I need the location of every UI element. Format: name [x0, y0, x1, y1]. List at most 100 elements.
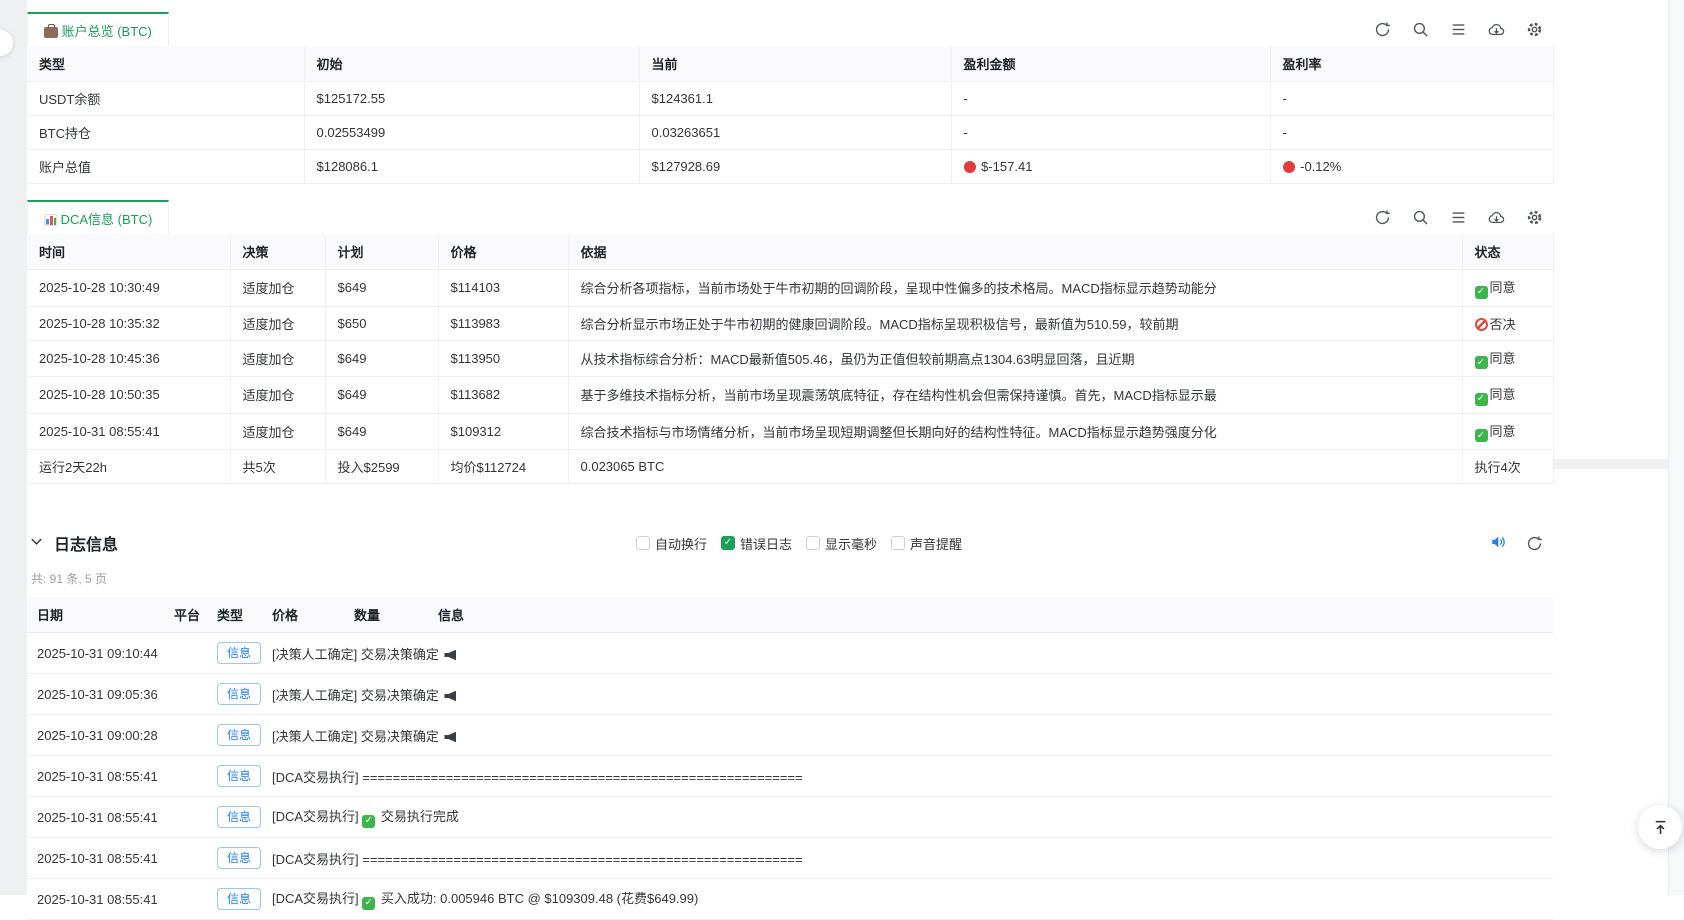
settings-button[interactable] — [1526, 209, 1543, 226]
cell-log-type: 信息 — [207, 633, 262, 674]
chevron-down-icon[interactable] — [29, 534, 44, 552]
log-option[interactable]: 声音提醒 — [891, 534, 962, 553]
cell-rate: - — [1270, 116, 1553, 150]
check-icon — [362, 897, 375, 910]
checkbox[interactable] — [636, 536, 650, 550]
col-quantity: 数量 — [344, 597, 428, 633]
account-toolbar — [1374, 21, 1553, 46]
cell-basis: 综合分析各项指标，当前市场处于牛市初期的回调阶段，呈现中性偏多的技术格局。MAC… — [568, 270, 1462, 307]
cell-status: 否决 — [1462, 306, 1553, 340]
check-icon — [1475, 429, 1488, 442]
log-row: 2025-10-31 09:00:28 信息 [决策人工确定] 交易决策确定 — [27, 715, 1553, 756]
cell-initial: $128086.1 — [304, 150, 639, 184]
search-button[interactable] — [1412, 209, 1429, 226]
cell-log-type: 信息 — [207, 838, 262, 879]
cell-log-date: 2025-10-31 09:05:36 — [27, 674, 164, 715]
info-badge: 信息 — [217, 888, 261, 910]
dca-toolbar — [1374, 209, 1553, 234]
refresh-button[interactable] — [1374, 209, 1391, 226]
summary-avg-price: 均价$112724 — [438, 450, 568, 484]
red-dot-icon — [1283, 161, 1295, 173]
cell-decision: 适度加仓 — [230, 377, 325, 414]
tab-dca-label: DCA信息 (BTC) — [44, 209, 152, 228]
tab-dca-info[interactable]: DCA信息 (BTC) — [27, 200, 169, 234]
cloud-download-button[interactable] — [1488, 209, 1505, 226]
info-badge: 信息 — [217, 806, 261, 828]
refresh-button[interactable] — [1374, 21, 1391, 38]
info-badge: 信息 — [217, 724, 261, 746]
cell-basis: 从技术指标综合分析：MACD最新值505.46，虽仍为正值但较前期高点1304.… — [568, 340, 1462, 377]
log-option[interactable]: 自动换行 — [636, 534, 707, 553]
cell-decision: 适度加仓 — [230, 340, 325, 377]
gear-icon — [1526, 209, 1543, 226]
log-table-header: 日期 平台 类型 价格 数量 信息 — [27, 597, 1553, 633]
log-option-label: 显示毫秒 — [825, 534, 877, 553]
log-table: 日期 平台 类型 价格 数量 信息 2025-10-31 09:10:44 信息… — [27, 597, 1553, 920]
settings-button[interactable] — [1526, 21, 1543, 38]
col-log-price: 价格 — [262, 597, 344, 633]
menu-button[interactable] — [1450, 209, 1467, 226]
col-log-type: 类型 — [207, 597, 262, 633]
cell-price: $113983 — [438, 306, 568, 340]
log-row: 2025-10-31 09:10:44 信息 [决策人工确定] 交易决策确定 — [27, 633, 1553, 674]
cell-decision: 适度加仓 — [230, 413, 325, 450]
checkbox[interactable] — [806, 536, 820, 550]
cell-log-date: 2025-10-31 09:10:44 — [27, 633, 164, 674]
cell-status: 同意 — [1462, 340, 1553, 377]
checkbox[interactable] — [891, 536, 905, 550]
cell-current: $124361.1 — [639, 82, 951, 116]
scrollbar-track[interactable] — [1668, 0, 1684, 895]
cell-profit: $-157.41 — [951, 150, 1270, 184]
cell-time: 2025-10-28 10:35:32 — [27, 306, 230, 340]
log-row: 2025-10-31 08:55:41 信息 [DCA交易执行] =======… — [27, 838, 1553, 879]
search-button[interactable] — [1412, 21, 1429, 38]
log-row: 2025-10-31 08:55:41 信息 [DCA交易执行] =======… — [27, 756, 1553, 797]
col-platform: 平台 — [164, 597, 207, 633]
cell-log-type: 信息 — [207, 756, 262, 797]
menu-button[interactable] — [1450, 21, 1467, 38]
log-count-summary: 共: 91 条, 5 页 — [27, 570, 1553, 587]
cell-initial: 0.02553499 — [304, 116, 639, 150]
prohibited-icon — [1475, 318, 1488, 331]
back-to-top-button[interactable] — [1638, 805, 1682, 849]
summary-btc-amount: 0.023065 BTC — [568, 450, 1462, 484]
cell-log-message: [DCA交易执行] ==============================… — [262, 756, 1553, 797]
cell-log-date: 2025-10-31 09:00:28 — [27, 715, 164, 756]
account-overview-card: 账户总览 (BTC) 类型 初始 当前 盈利金额 盈利率 — [27, 0, 1553, 504]
summary-count: 共5次 — [230, 450, 325, 484]
cell-profit: - — [951, 82, 1270, 116]
col-profit-rate: 盈利率 — [1270, 46, 1553, 82]
info-badge: 信息 — [217, 642, 261, 664]
cell-log-message: [DCA交易执行] 买入成功: 0.005946 BTC @ $109309.4… — [262, 879, 1553, 920]
col-time: 时间 — [27, 234, 230, 270]
megaphone-icon — [444, 732, 456, 743]
bar-chart-icon — [44, 214, 57, 226]
log-options: 自动换行 错误日志 显示毫秒 声音提醒 — [636, 534, 972, 553]
col-message: 信息 — [428, 597, 1553, 633]
account-table-row: 账户总值 $128086.1 $127928.69 $-157.41 -0.12… — [27, 150, 1553, 184]
cell-log-platform — [164, 797, 207, 838]
cell-log-platform — [164, 756, 207, 797]
log-option-label: 自动换行 — [655, 534, 707, 553]
log-option[interactable]: 显示毫秒 — [806, 534, 877, 553]
log-option-label: 错误日志 — [740, 534, 792, 553]
log-refresh-button[interactable] — [1526, 535, 1543, 552]
cloud-download-button[interactable] — [1488, 21, 1505, 38]
col-profit-amount: 盈利金额 — [951, 46, 1270, 82]
summary-executed: 执行4次 — [1462, 450, 1553, 484]
cell-plan: $649 — [325, 413, 438, 450]
cell-plan: $649 — [325, 270, 438, 307]
tab-account-overview[interactable]: 账户总览 (BTC) — [27, 12, 169, 46]
tab-account-label: 账户总览 (BTC) — [44, 21, 152, 40]
cell-basis: 基于多维技术指标分析，当前市场呈现震荡筑底特征，存在结构性机会但需保持谨慎。首先… — [568, 377, 1462, 414]
log-collapse-toggle[interactable]: 日志信息 — [27, 531, 118, 555]
cell-log-platform — [164, 838, 207, 879]
cell-log-date: 2025-10-31 08:55:41 — [27, 797, 164, 838]
checkbox[interactable] — [721, 536, 735, 550]
cell-price: $113950 — [438, 340, 568, 377]
cell-log-date: 2025-10-31 08:55:41 — [27, 879, 164, 920]
log-option[interactable]: 错误日志 — [721, 534, 792, 553]
speaker-icon[interactable] — [1490, 534, 1506, 553]
back-to-top-icon — [1652, 819, 1669, 836]
account-table-row: BTC持仓 0.02553499 0.03263651 - - — [27, 116, 1553, 150]
